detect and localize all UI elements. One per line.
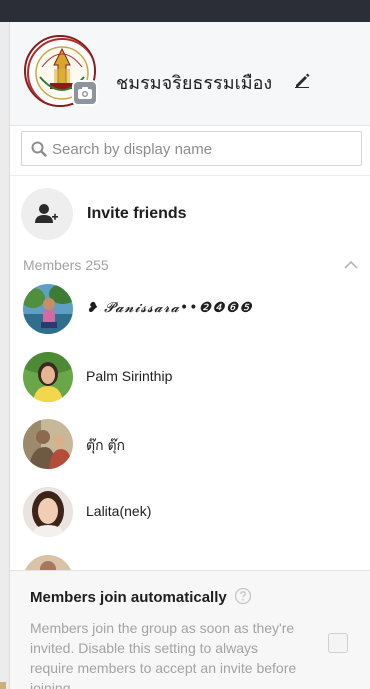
question-circle-icon[interactable]	[234, 587, 252, 605]
invite-friends-label: Invite friends	[87, 205, 187, 222]
member-avatar	[23, 487, 73, 537]
member-row[interactable]: Palm Sirinthip	[23, 352, 353, 404]
group-header: ชมรมจริยธรรมเมือง	[10, 22, 370, 126]
background-chat-fragment	[0, 682, 6, 689]
member-row[interactable]: ตุ๊ก ตุ๊ก	[23, 419, 353, 471]
members-count-label: Members 255	[23, 257, 113, 273]
group-name: ชมรมจริยธรรมเมือง	[116, 73, 273, 94]
members-section-header[interactable]: Members 255	[23, 256, 359, 276]
member-search-box[interactable]	[21, 131, 362, 166]
camera-icon	[78, 87, 92, 99]
setting-title: Members join automatically	[30, 589, 227, 606]
members-count: 255	[85, 257, 109, 273]
member-row[interactable]: ❥ 𝓟𝓪𝓷𝓲𝓼𝓼𝓪𝓻𝓪••❷❹❻❺	[23, 284, 353, 336]
member-row[interactable]: Lalita(nek)	[23, 487, 353, 539]
auto-join-setting: Members join automatically Members join …	[10, 570, 370, 689]
search-icon	[31, 141, 47, 157]
divider	[10, 175, 370, 176]
group-members-panel: ชมรมจริยธรรมเมือง Invite friends	[10, 22, 370, 689]
invite-icon-circle	[21, 188, 73, 240]
chevron-up-icon[interactable]	[343, 258, 359, 272]
window-top-bar	[0, 0, 370, 22]
member-name: ตุ๊ก ตุ๊ก	[86, 437, 126, 453]
background-chat-edge	[0, 22, 10, 689]
add-user-icon	[35, 204, 58, 223]
member-name: Lalita(nek)	[86, 503, 152, 519]
member-avatar	[23, 284, 73, 334]
setting-description: Members join the group as soon as they'r…	[30, 620, 297, 689]
member-name: Palm Sirinthip	[86, 368, 173, 384]
member-avatar	[23, 352, 73, 402]
member-avatar	[23, 419, 73, 469]
invite-friends-button[interactable]: Invite friends	[21, 188, 361, 242]
search-input[interactable]	[52, 138, 352, 160]
change-photo-button[interactable]	[72, 80, 98, 106]
member-name: ❥ 𝓟𝓪𝓷𝓲𝓼𝓼𝓪𝓻𝓪••❷❹❻❺	[86, 300, 253, 316]
auto-join-checkbox[interactable]	[328, 633, 348, 653]
pencil-icon[interactable]	[294, 72, 310, 88]
members-label-text: Members	[23, 257, 82, 273]
